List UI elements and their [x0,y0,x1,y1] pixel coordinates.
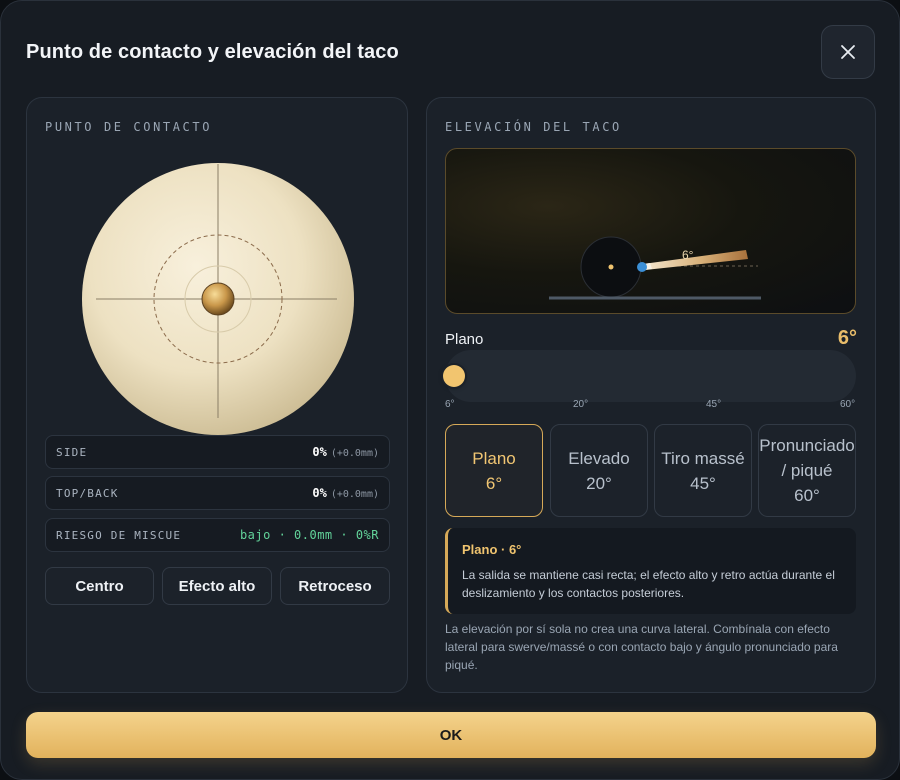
top-spin-button[interactable]: Efecto alto [162,567,272,605]
elevation-slider[interactable] [443,350,856,402]
option-elevado[interactable]: Elevado 20° [550,424,648,517]
current-angle-value: 6° [837,327,857,349]
preview-cue-tip [637,262,647,272]
topback-stat-row: TOP/BACK 0% (+0.0mm) [45,476,390,510]
side-stat-row: SIDE 0% (+0.0mm) [45,435,390,469]
option-masse[interactable]: Tiro massé 45° [654,424,752,517]
topback-value: 0% [312,486,327,500]
backspin-button[interactable]: Retroceso [280,567,390,605]
cue-dialog: Punto de contacto y elevación del taco P… [0,0,900,780]
elevation-panel: ELEVACIÓN DEL TACO 6° Plano 6° 6° 20° 45… [426,97,876,693]
dialog-title: Punto de contacto y elevación del taco [26,41,399,63]
topback-detail: (+0.0mm) [330,489,379,500]
preview-cue [643,250,748,270]
preview-ball-center [608,264,614,270]
side-detail: (+0.0mm) [330,448,379,459]
preset-buttons: Centro Efecto alto Retroceso [45,567,390,605]
contact-section-label: PUNTO DE CONTACTO [45,120,213,134]
elevation-preview: 6° [445,148,856,314]
tick-60: 60° [840,399,856,410]
option-elevado-name: Elevado [568,448,630,468]
option-pique[interactable]: Pronunciado / piqué 60° [758,424,856,517]
side-value: 0% [312,445,327,459]
contact-panel: PUNTO DE CONTACTO SIDE 0% (+0.0mm) TOP/B… [26,97,408,693]
elevation-section-label: ELEVACIÓN DEL TACO [445,120,622,134]
tick-20: 20° [573,399,589,410]
option-plano[interactable]: Plano 6° [445,424,543,517]
close-icon [841,45,855,59]
elevation-note: La elevación por sí sola no crea una cur… [445,622,838,672]
mode-info-box: Plano · 6° La salida se mantiene casi re… [445,528,856,614]
miscue-value: bajo · 0.0mm · 0%R [239,528,379,542]
option-plano-value: 6° [485,473,503,493]
side-label: SIDE [56,445,88,459]
tick-6: 6° [445,399,455,410]
option-masse-value: 45° [690,473,716,493]
option-pique-value: 60° [794,486,820,505]
preview-angle-label: 6° [682,248,694,262]
ok-button[interactable]: OK [26,712,876,758]
option-plano-name: Plano [472,448,516,468]
mode-info-text: La salida se mantiene casi recta; el efe… [462,568,835,600]
miscue-label: RIESGO DE MISCUE [56,528,182,542]
elevation-slider-thumb[interactable] [443,365,465,387]
contact-point-dot [201,282,235,316]
mode-info-title: Plano · 6° [462,542,522,557]
option-pique-name: Pronunciado / piqué [759,436,855,480]
close-button[interactable] [821,25,875,79]
cue-ball-target[interactable] [81,162,355,436]
miscue-stat-row: RIESGO DE MISCUE bajo · 0.0mm · 0%R [45,518,390,552]
topback-label: TOP/BACK [56,486,119,500]
option-elevado-value: 20° [586,473,612,493]
tick-45: 45° [706,399,722,410]
option-masse-name: Tiro massé [661,448,745,468]
current-mode-label: Plano [445,331,484,348]
center-button[interactable]: Centro [45,567,154,605]
cue-ball-svg [82,163,354,435]
elevation-preview-svg: 6° [549,236,761,300]
